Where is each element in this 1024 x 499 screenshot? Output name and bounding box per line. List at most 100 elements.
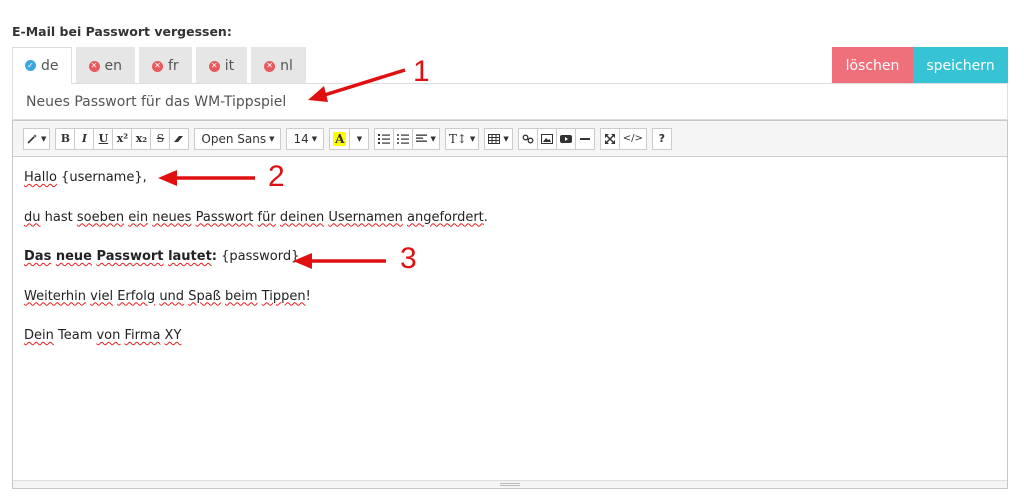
unordered-list-button[interactable] bbox=[393, 127, 414, 150]
password-label: Das neue Passwort lautet: bbox=[24, 249, 217, 264]
text-word: Das bbox=[24, 249, 52, 265]
line-height-button[interactable]: T↕ ▼ bbox=[444, 127, 480, 150]
save-button[interactable]: speichern bbox=[913, 47, 1008, 84]
text-run: hast bbox=[40, 209, 77, 225]
annotation-arrow-2 bbox=[158, 170, 255, 186]
text-word: Weiterhin bbox=[24, 288, 87, 304]
annotation-arrow-3 bbox=[293, 253, 386, 269]
link-button[interactable] bbox=[517, 127, 538, 150]
text-word: soeben bbox=[76, 209, 125, 225]
text-word: Dein bbox=[24, 328, 54, 344]
password-line: Das neue Passwort lautet: {password} bbox=[24, 248, 996, 266]
strikethrough-icon: S bbox=[156, 132, 165, 145]
video-button[interactable] bbox=[555, 127, 576, 150]
image-button[interactable] bbox=[536, 127, 557, 150]
italic-button[interactable]: I bbox=[74, 127, 95, 150]
tab-nl[interactable]: ✕ nl bbox=[251, 47, 306, 84]
tab-de[interactable]: ✓ de bbox=[12, 47, 72, 84]
text-word: Passwort bbox=[195, 209, 254, 225]
tab-fr[interactable]: ✕ fr bbox=[139, 47, 192, 84]
delete-button[interactable]: löschen bbox=[832, 47, 913, 84]
link-icon bbox=[522, 134, 534, 143]
chevron-down-icon: ▼ bbox=[269, 134, 275, 143]
ordered-list-button[interactable] bbox=[374, 127, 395, 150]
font-size-select[interactable]: 14 ▼ bbox=[286, 127, 325, 150]
text-word: viel bbox=[90, 288, 114, 304]
text-word: Spaß bbox=[188, 288, 221, 304]
text-word: neues bbox=[152, 209, 192, 225]
eraser-icon bbox=[174, 135, 184, 142]
paragraph-align-button[interactable]: ▼ bbox=[412, 127, 440, 150]
bold-icon: B bbox=[60, 132, 71, 145]
tab-label: it bbox=[224, 58, 235, 74]
help-button[interactable]: ? bbox=[651, 127, 672, 150]
tab-en[interactable]: ✕ en bbox=[75, 47, 135, 84]
text-word: von bbox=[96, 328, 121, 344]
text-word: für bbox=[257, 209, 276, 225]
magic-wand-icon bbox=[27, 134, 37, 144]
annotation-arrow-1 bbox=[308, 68, 406, 102]
editor-toolbar: ▼ B I U x² x₂ S Open Sans ▼ 14 ▼ A ▼ ▼ T… bbox=[13, 121, 1007, 157]
text-word: Tippen bbox=[261, 288, 306, 304]
magic-style-button[interactable]: ▼ bbox=[23, 127, 51, 150]
underline-button[interactable]: U bbox=[93, 127, 114, 150]
editor-content[interactable]: Hallo {username}, du hast soeben ein neu… bbox=[13, 157, 1007, 379]
x-circle-icon: ✕ bbox=[208, 60, 220, 72]
text-word: XY bbox=[164, 328, 182, 344]
text-run: {username}, bbox=[56, 170, 147, 185]
text-word: deinen bbox=[279, 209, 325, 225]
x-circle-icon: ✕ bbox=[88, 60, 100, 72]
text-run: Team bbox=[53, 328, 97, 344]
fullscreen-button[interactable] bbox=[599, 127, 620, 150]
highlight-icon: A bbox=[333, 131, 347, 146]
subscript-button[interactable]: x₂ bbox=[131, 127, 152, 150]
font-family-select[interactable]: Open Sans ▼ bbox=[194, 127, 282, 150]
x-circle-icon: ✕ bbox=[264, 60, 276, 72]
align-left-icon bbox=[416, 134, 428, 142]
tab-label: fr bbox=[168, 58, 179, 74]
chevron-down-icon: ▼ bbox=[503, 134, 509, 143]
check-circle-icon: ✓ bbox=[25, 60, 36, 71]
text-word: du bbox=[24, 209, 41, 225]
text-word: Usernamen bbox=[328, 209, 403, 225]
text-word: Passwort bbox=[96, 249, 164, 265]
tab-label: en bbox=[104, 58, 123, 74]
signature-line: Dein Team von Firma XY bbox=[24, 327, 996, 345]
superscript-button[interactable]: x² bbox=[112, 127, 133, 150]
video-icon bbox=[559, 134, 572, 143]
color-dropdown-button[interactable]: ▼ bbox=[349, 127, 370, 150]
chevron-down-icon: ▼ bbox=[311, 134, 318, 143]
superscript-icon: x² bbox=[116, 132, 129, 145]
table-button[interactable]: ▼ bbox=[484, 127, 513, 150]
unordered-list-icon bbox=[397, 133, 410, 144]
code-view-button[interactable]: </> bbox=[618, 127, 647, 150]
text-run: ! bbox=[305, 288, 311, 304]
highlight-color-button[interactable]: A bbox=[329, 127, 351, 150]
clear-format-button[interactable] bbox=[169, 127, 190, 150]
subscript-icon: x₂ bbox=[135, 132, 148, 145]
tab-it[interactable]: ✕ it bbox=[195, 47, 248, 84]
chevron-down-icon: ▼ bbox=[469, 134, 476, 143]
font-size-value: 14 bbox=[293, 131, 309, 146]
table-icon bbox=[488, 133, 501, 144]
text-run: . bbox=[483, 209, 488, 225]
grip-icon bbox=[500, 483, 520, 486]
chevron-down-icon: ▼ bbox=[430, 134, 436, 143]
image-icon bbox=[540, 133, 553, 144]
chevron-down-icon: ▼ bbox=[41, 134, 47, 143]
subject-input[interactable]: Neues Passwort für das WM-Tippspiel bbox=[12, 83, 1008, 120]
text-word: Hallo bbox=[24, 170, 57, 185]
help-icon: ? bbox=[658, 132, 666, 145]
text-word: beim bbox=[225, 288, 258, 304]
horizontal-rule-button[interactable] bbox=[574, 127, 595, 150]
code-icon: </> bbox=[622, 133, 643, 144]
chevron-down-icon: ▼ bbox=[356, 134, 363, 143]
text-word: Firma bbox=[124, 328, 161, 344]
bold-button[interactable]: B bbox=[55, 127, 76, 150]
strikethrough-button[interactable]: S bbox=[150, 127, 171, 150]
language-tabs: ✓ de ✕ en ✕ fr ✕ it ✕ nl bbox=[12, 47, 310, 84]
fullscreen-icon bbox=[604, 133, 615, 144]
editor-resize-handle[interactable] bbox=[13, 480, 1007, 488]
font-family-value: Open Sans bbox=[201, 131, 267, 146]
x-circle-icon: ✕ bbox=[152, 60, 163, 72]
